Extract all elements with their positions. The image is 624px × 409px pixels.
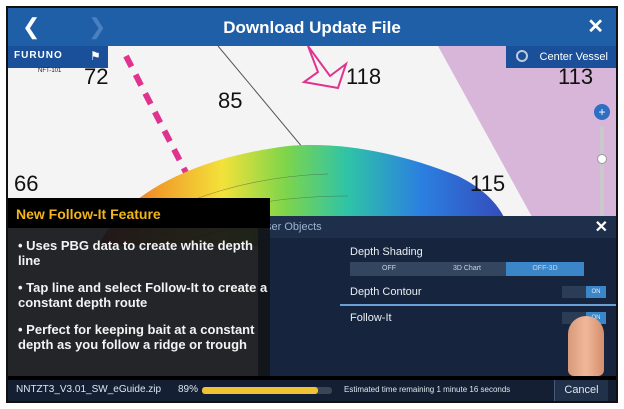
feature-callout: New Follow-It Feature • Uses PBG data to… — [8, 198, 270, 376]
depth-label: 113 — [558, 64, 594, 89]
depth-shading-selector[interactable]: OFF 3D Chart OFF-3D — [350, 262, 584, 276]
layer-dialog: ser Objects ✕ Depth Shading OFF 3D Chart… — [258, 216, 616, 376]
depth-label: 72 — [84, 64, 109, 89]
download-status-bar: NNTZT3_V3.01_SW_eGuide.zip 89% Estimated… — [8, 380, 616, 401]
finger-image — [568, 316, 604, 376]
location-pin-icon[interactable]: ⚑ — [90, 49, 101, 63]
device-screen: ❮ ❯ Download Update File ✕ FURUNO ⚑ NFT-… — [6, 6, 618, 403]
furuno-logo: FURUNO — [14, 50, 63, 61]
close-icon[interactable]: ✕ — [595, 217, 608, 237]
zoom-in-icon[interactable]: + — [594, 104, 610, 120]
close-icon[interactable]: ✕ — [587, 14, 604, 39]
download-percent: 89% — [178, 384, 199, 395]
brand-sub: NFT-101 — [38, 68, 62, 74]
depth-contour-toggle[interactable]: ON — [562, 286, 606, 298]
depth-label: 85 — [218, 88, 243, 113]
feature-title: New Follow-It Feature — [16, 206, 161, 222]
vessel-arrow-icon — [301, 46, 348, 90]
cancel-button[interactable]: Cancel — [554, 380, 608, 401]
layer-dialog-header: ser Objects ✕ — [258, 216, 616, 238]
download-progress-bar — [202, 387, 332, 394]
download-filename: NNTZT3_V3.01_SW_eGuide.zip — [16, 384, 162, 395]
feature-title-bar: New Follow-It Feature — [8, 198, 270, 228]
layer-dialog-title: ser Objects — [266, 221, 322, 233]
toggle-on-text: ON — [586, 286, 606, 298]
center-vessel-label: Center Vessel — [539, 51, 608, 63]
divider — [340, 304, 616, 306]
follow-it-label: Follow-It — [350, 312, 392, 324]
depth-label: 66 — [14, 171, 39, 196]
target-icon — [516, 50, 528, 62]
feature-bullet: • Perfect for keeping bait at a constant… — [18, 322, 255, 352]
shading-option-3d-chart[interactable]: 3D Chart — [428, 262, 506, 276]
page-title: Download Update File — [223, 18, 401, 37]
download-progress-fill — [202, 387, 318, 394]
zoom-slider-knob[interactable] — [597, 154, 607, 164]
shading-option-off[interactable]: OFF — [350, 262, 428, 276]
depth-label: 118 — [346, 64, 382, 89]
feature-bullet: • Uses PBG data to create white depth li… — [18, 238, 253, 268]
title-bar: ❮ ❯ Download Update File ✕ — [8, 8, 616, 46]
depth-label: 115 — [470, 171, 506, 196]
depth-shading-label: Depth Shading — [350, 246, 423, 258]
depth-contour-label: Depth Contour — [350, 286, 422, 298]
download-eta: Estimated time remaining 1 minute 16 sec… — [344, 385, 511, 394]
feature-bullet: • Tap line and select Follow-It to creat… — [18, 280, 268, 310]
shading-option-off-3d[interactable]: OFF-3D — [506, 262, 584, 276]
